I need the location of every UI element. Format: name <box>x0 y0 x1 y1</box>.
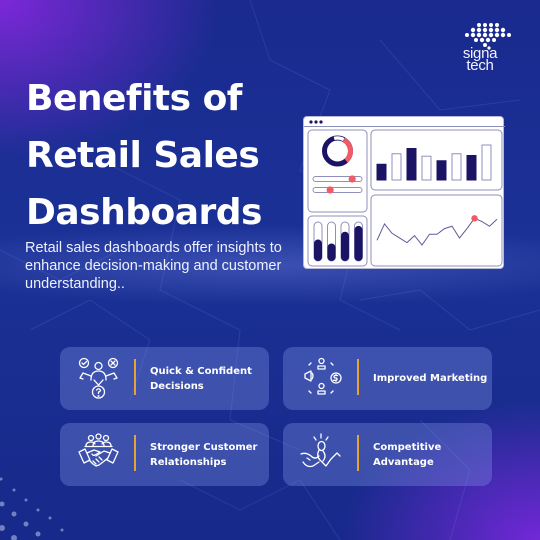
dashboard-mockup-svg <box>304 120 505 267</box>
signatech-logo: signa tech <box>452 22 522 78</box>
winner-runner-icon <box>300 433 341 468</box>
benefit-label-line: Improved Marketing <box>373 373 488 384</box>
bar <box>406 148 417 181</box>
benefit-label: Competitive Advantage <box>373 423 491 486</box>
gauge-fill <box>341 231 349 261</box>
bar <box>421 155 432 181</box>
card-divider <box>134 359 136 395</box>
dashboard-illustration <box>303 116 505 269</box>
benefit-label-line: Quick & Confident <box>150 365 252 377</box>
panel-donut <box>307 129 368 213</box>
gauge-fill <box>354 225 363 261</box>
line-highlight-point <box>471 215 478 222</box>
benefit-label-line: Competitive <box>373 441 442 453</box>
logo-wordmark: signa tech <box>452 46 508 74</box>
benefit-card-improved-marketing: Improved Marketing <box>283 347 492 410</box>
panel-line <box>370 194 503 267</box>
title-line: Dashboards <box>26 192 262 233</box>
window-dot <box>314 120 318 124</box>
decorative-dot-pattern <box>0 477 64 540</box>
bar <box>451 153 462 181</box>
card-divider <box>357 435 359 471</box>
gauge-fill <box>327 243 336 261</box>
benefit-card-customer-relationships: Stronger Customer Relationships <box>60 423 269 486</box>
bar <box>436 160 447 181</box>
page-title: Benefits of Retail Sales Dashboards <box>26 70 296 241</box>
card-divider <box>357 359 359 395</box>
window-dot <box>309 120 313 124</box>
benefit-label: Quick & Confident Decisions <box>150 347 268 410</box>
bar <box>391 153 402 181</box>
card-divider <box>134 435 136 471</box>
window-dot <box>319 120 323 124</box>
benefit-card-quick-decisions: Quick & Confident Decisions <box>60 347 269 410</box>
gauge-fill <box>314 239 322 261</box>
line-series <box>376 217 498 246</box>
benefit-label: Stronger Customer Relationships <box>150 423 268 486</box>
window-dots <box>309 120 323 124</box>
bar <box>466 155 477 181</box>
logo-word-tech: tech <box>466 57 494 74</box>
title-line: Benefits of <box>26 78 242 119</box>
benefit-label-line: Decisions <box>150 380 204 392</box>
bar <box>481 144 492 181</box>
decision-person-icon <box>78 357 119 399</box>
benefit-label-line: Advantage <box>373 456 434 468</box>
marketing-cycle-icon <box>304 357 342 395</box>
slider-knob <box>348 175 356 183</box>
benefit-card-competitive-advantage: Competitive Advantage <box>283 423 492 486</box>
title-line: Retail Sales <box>26 135 260 176</box>
benefit-label: Improved Marketing <box>373 347 491 410</box>
page-subtitle: Retail sales dashboards offer insights t… <box>25 240 282 292</box>
benefit-label-line: Stronger Customer <box>150 441 258 453</box>
slider-track <box>312 187 363 193</box>
benefit-label-line: Relationships <box>150 456 227 468</box>
slider-knob <box>326 186 334 194</box>
bar <box>376 163 387 181</box>
